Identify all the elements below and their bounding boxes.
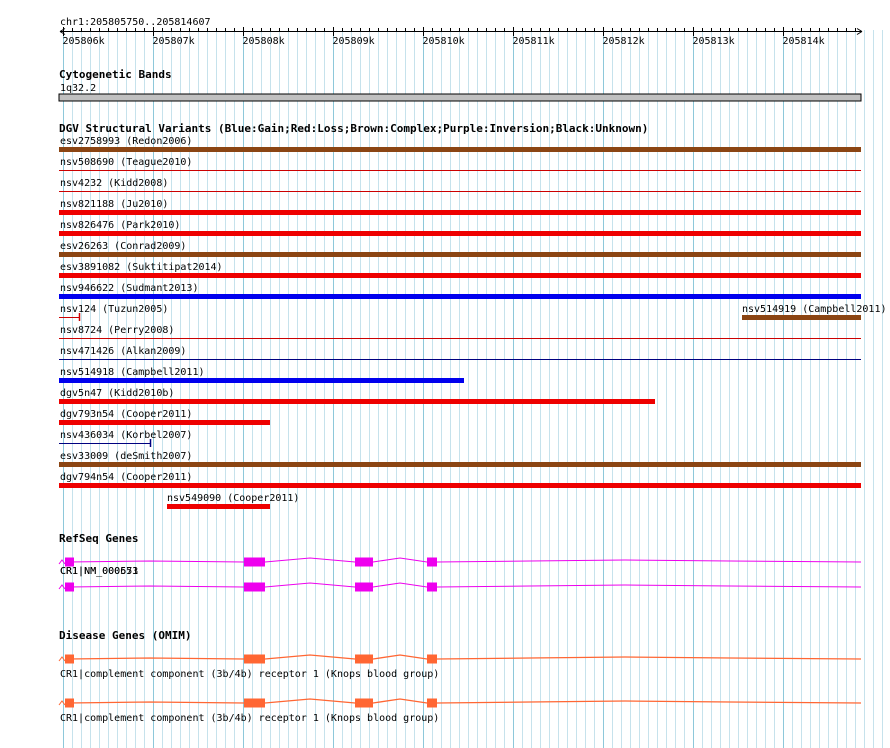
- omim-gene-label: CR1|complement component (3b/4b) recepto…: [60, 669, 439, 680]
- dgv-variant-label: dgv5n47 (Kidd2010b): [60, 388, 174, 399]
- dgv-variant-bar[interactable]: [59, 338, 861, 339]
- dgv-variant-bar[interactable]: [59, 378, 464, 383]
- gene-intron-line: [68, 557, 862, 563]
- dgv-variant-label: nsv514919 (Campbell2011): [742, 304, 887, 315]
- gene-exon[interactable]: [65, 654, 74, 664]
- gene-exon[interactable]: [427, 557, 437, 567]
- location-label: chr1:205805750..205814607: [60, 17, 211, 28]
- dgv-variant-label: dgv793n54 (Cooper2011): [60, 409, 192, 420]
- strand-arrow-icon: [58, 584, 66, 590]
- genome-browser-panel: chr1:205805750..205814607 205806k 205807k…: [58, 17, 887, 748]
- dgv-variant[interactable]: nsv436034 (Korbel2007): [59, 430, 192, 447]
- ruler-tick-label: 205807k: [153, 36, 195, 47]
- dgv-variant-bar[interactable]: [59, 317, 80, 318]
- gene-exon[interactable]: [244, 582, 265, 592]
- refseq-transcript-label: CR1|NM_000651: [60, 566, 138, 577]
- dgv-variant-label: nsv471426 (Alkan2009): [60, 346, 186, 357]
- ruler-tick-label: 205809k: [333, 36, 375, 47]
- omim-track-title: Disease Genes (OMIM): [59, 629, 191, 642]
- ruler-tick-label: 205806k: [63, 36, 105, 47]
- dgv-variant-label: esv33009 (deSmith2007): [60, 451, 192, 462]
- gene-intron-line: [68, 582, 862, 588]
- dgv-variants: esv2758993 (Redon2006) nsv508690 (Teague2…: [59, 136, 887, 509]
- dgv-variant-bar[interactable]: [59, 170, 861, 171]
- gene-exon[interactable]: [355, 557, 373, 567]
- coordinate-ruler[interactable]: 205806k 205807k 205808k 205809k 205810k 20581…: [59, 27, 863, 47]
- gene-intron-line: [68, 698, 862, 704]
- dgv-variant-bar[interactable]: [742, 315, 861, 320]
- dgv-variant-label: dgv794n54 (Cooper2011): [60, 472, 192, 483]
- dgv-variant-label: nsv946622 (Sudmant2013): [60, 283, 198, 294]
- ruler-tick-label: 205814k: [783, 36, 825, 47]
- cytoband-label: 1q32.2: [60, 83, 96, 94]
- cytoband-bar[interactable]: [58, 93, 862, 102]
- dgv-variant-label: nsv508690 (Teague2010): [60, 157, 192, 168]
- gene-exon[interactable]: [244, 698, 265, 708]
- cytoband-track-title: Cytogenetic Bands: [59, 68, 172, 81]
- dgv-variant-bar[interactable]: [167, 504, 270, 509]
- dgv-variant-bar[interactable]: [59, 231, 861, 236]
- ruler-tick-label: 205810k: [423, 36, 465, 47]
- gene-exon[interactable]: [355, 654, 373, 664]
- dgv-variant[interactable]: dgv793n54 (Cooper2011): [59, 409, 270, 425]
- dgv-variant[interactable]: nsv124 (Tuzun2005): [59, 304, 168, 321]
- dgv-variant-label: nsv549090 (Cooper2011): [167, 493, 299, 504]
- ruler-tick-label: 205812k: [603, 36, 645, 47]
- dgv-variant-label: nsv514918 (Campbell2011): [60, 367, 205, 378]
- dgv-variant-bar[interactable]: [59, 483, 861, 488]
- dgv-variant-bar[interactable]: [59, 443, 150, 444]
- dgv-variant-bar[interactable]: [59, 420, 270, 425]
- gene-exon[interactable]: [244, 654, 265, 664]
- dgv-variant-bar[interactable]: [59, 359, 861, 360]
- dgv-variant-bar[interactable]: [59, 210, 861, 215]
- strand-arrow-icon: [58, 700, 66, 706]
- dgv-variant-label: nsv4232 (Kidd2008): [60, 178, 168, 189]
- gene-exon[interactable]: [355, 582, 373, 592]
- refseq-track-title: RefSeq Genes: [59, 532, 138, 545]
- gene-exon[interactable]: [427, 654, 437, 664]
- dgv-variant-bar[interactable]: [59, 462, 861, 467]
- ruler-tick-label: 205813k: [693, 36, 735, 47]
- omim-gene-label: CR1|complement component (3b/4b) recepto…: [60, 713, 439, 724]
- dgv-variant-bar[interactable]: [59, 399, 655, 404]
- gene-exon[interactable]: [427, 698, 437, 708]
- gene-exon[interactable]: [65, 582, 74, 592]
- dgv-variant-label: nsv821188 (Ju2010): [60, 199, 168, 210]
- ruler-tick-label: 205811k: [513, 36, 555, 47]
- gene-exon[interactable]: [427, 582, 437, 592]
- gene-exon[interactable]: [244, 557, 265, 567]
- dgv-variant-label: nsv826476 (Park2010): [60, 220, 180, 231]
- dgv-variant[interactable]: dgv5n47 (Kidd2010b): [59, 388, 655, 404]
- dgv-variant-bar[interactable]: [59, 294, 861, 299]
- gene-exon[interactable]: [65, 698, 74, 708]
- dgv-track-title: DGV Structural Variants (Blue:Gain;Red:L…: [59, 122, 648, 135]
- gene-intron-line: [68, 654, 862, 660]
- strand-arrow-icon: [58, 559, 66, 565]
- dgv-variant-label: esv26263 (Conrad2009): [60, 241, 186, 252]
- dgv-variant-label: nsv8724 (Perry2008): [60, 325, 174, 336]
- dgv-variant-label: nsv124 (Tuzun2005): [60, 304, 168, 315]
- gene-exon[interactable]: [355, 698, 373, 708]
- dgv-variant-bar[interactable]: [59, 191, 861, 192]
- dgv-variant-label: esv2758993 (Redon2006): [60, 136, 192, 147]
- dgv-variant-bar[interactable]: [59, 273, 861, 278]
- dgv-variant-bar[interactable]: [59, 252, 861, 257]
- ruler-tick-label: 205808k: [243, 36, 285, 47]
- strand-arrow-icon: [58, 656, 66, 662]
- dgv-variant-label: esv3891082 (Suktitipat2014): [60, 262, 223, 273]
- dgv-variant-bar[interactable]: [59, 147, 861, 152]
- dgv-variant-label: nsv436034 (Korbel2007): [60, 430, 192, 441]
